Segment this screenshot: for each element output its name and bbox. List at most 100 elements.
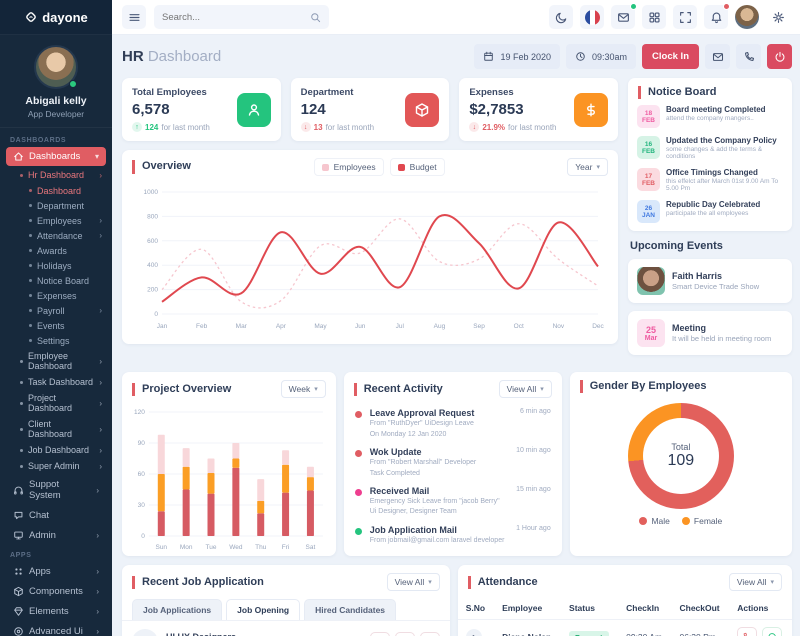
power-button[interactable] [767,44,792,69]
sidebar-item-label: Project Dashboard [28,393,94,413]
legend-employees[interactable]: Employees [314,158,384,176]
activity-item[interactable]: Received MailEmergency Sick Leave from "… [344,482,562,521]
search-input[interactable] [162,12,304,23]
job-avatar: UI/UX [132,629,158,636]
notice-item[interactable]: 16FEBUpdated the Company Policysome chan… [628,132,792,164]
event-card[interactable]: Faith HarrisSmart Device Trade Show [628,259,792,303]
sidebar-item-employee-dashboard[interactable]: Employee Dashboard› [0,348,112,374]
mail-action-button[interactable] [705,44,730,69]
sidebar-item-suppot-system[interactable]: Suppot System› [6,475,106,505]
sidebar-item-advanced-ui[interactable]: Advanced Ui› [6,622,106,636]
notice-item[interactable]: 26JANRepublic Day Celebratedparticipate … [628,196,792,227]
sidebar-item-label: Client Dashboard [28,419,94,439]
sidebar-item-components[interactable]: Components› [6,582,106,601]
chat-button[interactable] [762,627,782,636]
approve-button[interactable] [370,632,390,636]
attendance-card: Attendance View All▾ S.NoEmployeeStatusC… [458,565,792,636]
bullet-icon [20,174,23,177]
sidebar-item-admin[interactable]: Admin› [6,526,106,545]
monitor-icon [13,530,24,541]
topbar-avatar[interactable] [735,5,759,29]
sidebar-item-dashboard[interactable]: Dashboard [0,183,112,198]
status-badge: Present [569,631,609,636]
legend-budget[interactable]: Budget [390,158,445,176]
users-icon [237,93,271,127]
search-icon[interactable] [310,12,321,23]
sidebar-item-label: Employees [37,216,94,226]
stat-delta: ↓13for last month [301,122,374,132]
sidebar-item-dashboards[interactable]: Dashboards▾ [6,147,106,166]
sidebar-item-super-admin[interactable]: Super Admin› [0,458,112,474]
tab-job-applications[interactable]: Job Applications [132,599,222,620]
bullet-icon [20,360,23,363]
tab-hired-candidates[interactable]: Hired Candidates [304,599,396,620]
notice-item[interactable]: 17FEBOffice Timings Changedthis effelct … [628,164,792,196]
notice-item[interactable]: 18FEBBoard meeting Completedattend the c… [628,101,792,132]
activity-item[interactable]: Wok UpdateFrom "Robert Marshall" Develop… [344,443,562,482]
sidebar-item-client-dashboard[interactable]: Client Dashboard› [0,416,112,442]
settings-button[interactable] [766,5,790,29]
language-button[interactable] [580,5,604,29]
clock-in-button[interactable]: Clock In [642,44,699,69]
sidebar-item-payroll[interactable]: Payroll› [0,303,112,318]
messages-button[interactable] [611,5,635,29]
svg-text:Sun: Sun [155,544,167,551]
tab-job-opening[interactable]: Job Opening [226,599,300,620]
notice-desc: participate the all employees [666,210,760,217]
logo[interactable]: dayone [0,0,112,35]
sidebar-item-expenses[interactable]: Expenses [0,288,112,303]
sidebar-item-elements[interactable]: Elements› [6,602,106,621]
attendance-view-all[interactable]: View All▾ [729,573,782,591]
pending-button[interactable] [395,632,415,636]
attendance-col-actions: Actions [729,597,792,620]
sidebar-item-attendance[interactable]: Attendance› [0,228,112,243]
event-card[interactable]: 25MarMeetingIt will be held in meeting r… [628,311,792,355]
sidebar-item-holidays[interactable]: Holidays [0,258,112,273]
hamburger-button[interactable] [122,5,146,29]
gender-legend-female[interactable]: Female [682,516,722,526]
activity-time: 10 min ago [516,447,551,478]
sidebar-item-job-dashboard[interactable]: Job Dashboard› [0,442,112,458]
svg-text:Thu: Thu [255,544,267,551]
sidebar-item-settings[interactable]: Settings [0,333,112,348]
attendance-col-checkout: CheckOut [671,597,729,620]
sidebar-item-apps[interactable]: Apps› [6,562,106,581]
apps-grid-button[interactable] [642,5,666,29]
dark-mode-button[interactable] [549,5,573,29]
sidebar-item-label: Chat [29,510,99,521]
svg-text:400: 400 [147,262,158,269]
event-name: Faith Harris [672,271,759,281]
recent-activity-title: Recent Activity [354,383,443,396]
chevron-right-icon: › [96,531,99,540]
activity-item[interactable]: Job Application MailFrom jobmail@gmail.c… [344,521,562,549]
attendance-col-s-no: S.No [458,597,494,620]
sidebar-item-hr-dashboard[interactable]: Hr Dashboard› [0,167,112,183]
sidebar-item-department[interactable]: Department [0,198,112,213]
sidebar-item-label: Suppot System [29,479,91,501]
sidebar-item-notice-board[interactable]: Notice Board [0,273,112,288]
fullscreen-button[interactable] [673,5,697,29]
sidebar-item-employees[interactable]: Employees› [0,213,112,228]
notifications-button[interactable] [704,5,728,29]
activity-view-all[interactable]: View All▾ [499,380,552,398]
time-chip[interactable]: 09:30am [566,44,636,69]
sidebar-item-task-dashboard[interactable]: Task Dashboard› [0,374,112,390]
sidebar-item-project-dashboard[interactable]: Project Dashboard› [0,390,112,416]
chat-icon [13,510,24,521]
project-range-select[interactable]: Week▾ [281,380,326,398]
job-application-card: Recent Job Application View All▾ Job App… [122,565,450,636]
activity-item[interactable]: Leave Approval RequestFrom "RuthDyer" Ui… [344,404,562,443]
date-chip[interactable]: 19 Feb 2020 [474,44,560,69]
reject-button[interactable] [420,632,440,636]
job-view-all[interactable]: View All▾ [387,573,440,591]
sidebar-item-awards[interactable]: Awards [0,243,112,258]
phone-action-button[interactable] [736,44,761,69]
sidebar-item-events[interactable]: Events [0,318,112,333]
svg-text:Fri: Fri [282,544,290,551]
bullet-icon [20,381,23,384]
gender-legend-male[interactable]: Male [639,516,669,526]
sidebar-item-chat[interactable]: Chat [6,506,106,525]
legend-label: Female [694,516,722,526]
call-button[interactable] [737,627,757,636]
overview-range-select[interactable]: Year▾ [567,158,608,176]
